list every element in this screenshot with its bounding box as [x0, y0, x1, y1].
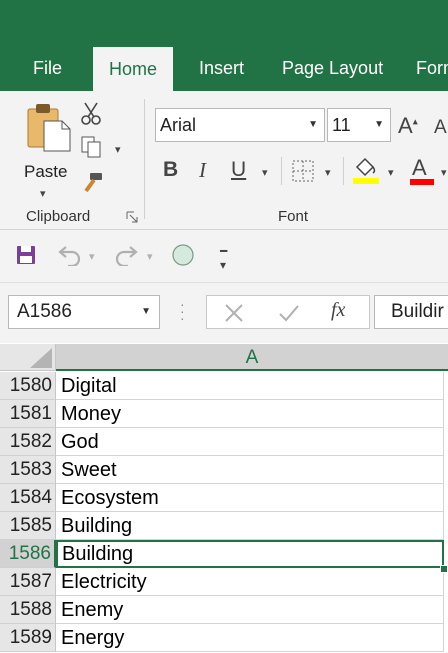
tab-insert[interactable]: Insert [199, 58, 244, 79]
table-row: 1589 Energy [0, 624, 448, 652]
chevron-down-icon[interactable]: ▼ [141, 296, 151, 328]
chevron-down-icon[interactable]: ▼ [308, 109, 318, 141]
tab-file[interactable]: File [33, 58, 62, 79]
font-color-letter: A [412, 155, 427, 180]
table-row: 1587 Electricity [0, 568, 448, 596]
chevron-down-icon[interactable]: ▾ [388, 166, 394, 179]
paste-label: Paste [24, 162, 68, 181]
cancel-icon[interactable] [224, 303, 244, 323]
select-all-corner[interactable] [0, 344, 56, 371]
cell[interactable]: Money [56, 400, 444, 428]
row-header[interactable]: 1582 [0, 428, 56, 456]
fill-handle[interactable] [440, 565, 448, 573]
row-header[interactable]: 1589 [0, 624, 56, 652]
clipboard-group-label: Clipboard [26, 208, 91, 225]
increase-font-size-icon[interactable]: A▴ [398, 113, 418, 139]
spreadsheet-grid: A 1580 Digital 1581 Money 1582 God 1583 … [0, 344, 448, 653]
table-row: 1583 Sweet [0, 456, 448, 484]
tab-home[interactable]: Home [93, 47, 174, 91]
chevron-down-icon[interactable]: ▼ [374, 109, 384, 141]
formula-buttons: fx [206, 295, 370, 329]
paste-button[interactable]: Paste ▾ [14, 99, 76, 200]
formula-bar: A1586 ▼ · · · fx Buildir [0, 283, 448, 343]
separator [343, 157, 344, 185]
row-header[interactable]: 1588 [0, 596, 56, 624]
chevron-down-icon[interactable]: ▾ [262, 166, 268, 179]
italic-button[interactable]: I [199, 158, 206, 183]
table-row: 1588 Enemy [0, 596, 448, 624]
fill-color-icon[interactable] [353, 155, 379, 185]
cell[interactable]: Sweet [56, 456, 444, 484]
row-header[interactable]: 1581 [0, 400, 56, 428]
paste-icon [27, 104, 71, 152]
chevron-down-icon[interactable]: ▾ [89, 250, 95, 263]
table-row: 1580 Digital [0, 372, 448, 400]
cell[interactable]: Energy [56, 624, 444, 652]
dialog-launcher-icon[interactable] [126, 211, 138, 223]
font-color-swatch [410, 179, 434, 185]
copy-icon[interactable] [80, 135, 102, 159]
cut-icon[interactable] [80, 101, 102, 125]
underline-button[interactable]: U [231, 158, 246, 182]
format-painter-icon[interactable] [80, 171, 104, 195]
cell[interactable]: Building [56, 512, 444, 540]
ribbon-home: Paste ▾ ▾ Clipboard Arial ▼ 11 ▼ A▴ A B … [0, 91, 448, 230]
decrease-font-size-icon[interactable]: A [434, 117, 447, 139]
tab-formulas[interactable]: Form [416, 58, 448, 79]
circle-icon[interactable] [171, 243, 195, 267]
save-icon[interactable] [16, 245, 36, 265]
select-all-triangle-icon [30, 348, 52, 368]
chevron-down-icon[interactable]: ▾ [325, 166, 331, 179]
quick-access-toolbar: ▾ ▾ ━ ▾ [0, 230, 448, 283]
active-cell[interactable]: Building [56, 540, 444, 568]
cell[interactable]: God [56, 428, 444, 456]
row-header[interactable]: 1583 [0, 456, 56, 484]
font-group-label: Font [278, 208, 309, 225]
chevron-down-icon[interactable]: ▾ [40, 187, 46, 200]
table-row: 1581 Money [0, 400, 448, 428]
chevron-down-icon[interactable]: ▾ [147, 250, 153, 263]
formula-input[interactable]: Buildir [374, 295, 448, 329]
undo-icon[interactable] [56, 244, 82, 266]
borders-icon[interactable] [292, 160, 314, 182]
redo-icon[interactable] [114, 244, 140, 266]
insert-function-icon[interactable]: fx [331, 299, 345, 322]
row-header[interactable]: 1584 [0, 484, 56, 512]
ribbon-tab-bar: File Home Insert Page Layout Form [0, 0, 448, 91]
separator [281, 157, 282, 185]
cell[interactable]: Enemy [56, 596, 444, 624]
tab-page-layout[interactable]: Page Layout [282, 58, 383, 79]
enter-check-icon[interactable] [278, 303, 300, 323]
chevron-down-icon[interactable]: ▾ [441, 166, 447, 179]
font-name-combo[interactable]: Arial ▼ [155, 108, 325, 142]
font-size-combo[interactable]: 11 ▼ [327, 108, 391, 142]
table-row: 1584 Ecosystem [0, 484, 448, 512]
name-box[interactable]: A1586 ▼ [8, 295, 160, 329]
row-header-selected[interactable]: 1586 [0, 540, 56, 568]
name-box-value: A1586 [17, 301, 72, 322]
group-separator [144, 99, 145, 219]
row-header[interactable]: 1580 [0, 372, 56, 400]
chevron-down-icon[interactable]: ▾ [115, 143, 121, 156]
row-header[interactable]: 1587 [0, 568, 56, 596]
table-row: 1582 God [0, 428, 448, 456]
bold-button[interactable]: B [163, 158, 178, 182]
font-name-value: Arial [160, 115, 197, 135]
table-row-selected: 1586 Building [0, 540, 448, 568]
cell[interactable]: Ecosystem [56, 484, 444, 512]
column-header-a[interactable]: A [56, 344, 448, 371]
customize-toolbar-icon[interactable]: ━ ▾ [220, 244, 227, 272]
formula-input-value: Buildir [391, 301, 444, 322]
table-row: 1585 Building [0, 512, 448, 540]
row-header[interactable]: 1585 [0, 512, 56, 540]
cell[interactable]: Electricity [56, 568, 444, 596]
font-color-button[interactable]: A [410, 155, 436, 185]
font-size-value: 11 [332, 115, 351, 135]
vertical-dots-icon[interactable]: · · · [180, 297, 185, 325]
cell[interactable]: Digital [56, 372, 444, 400]
